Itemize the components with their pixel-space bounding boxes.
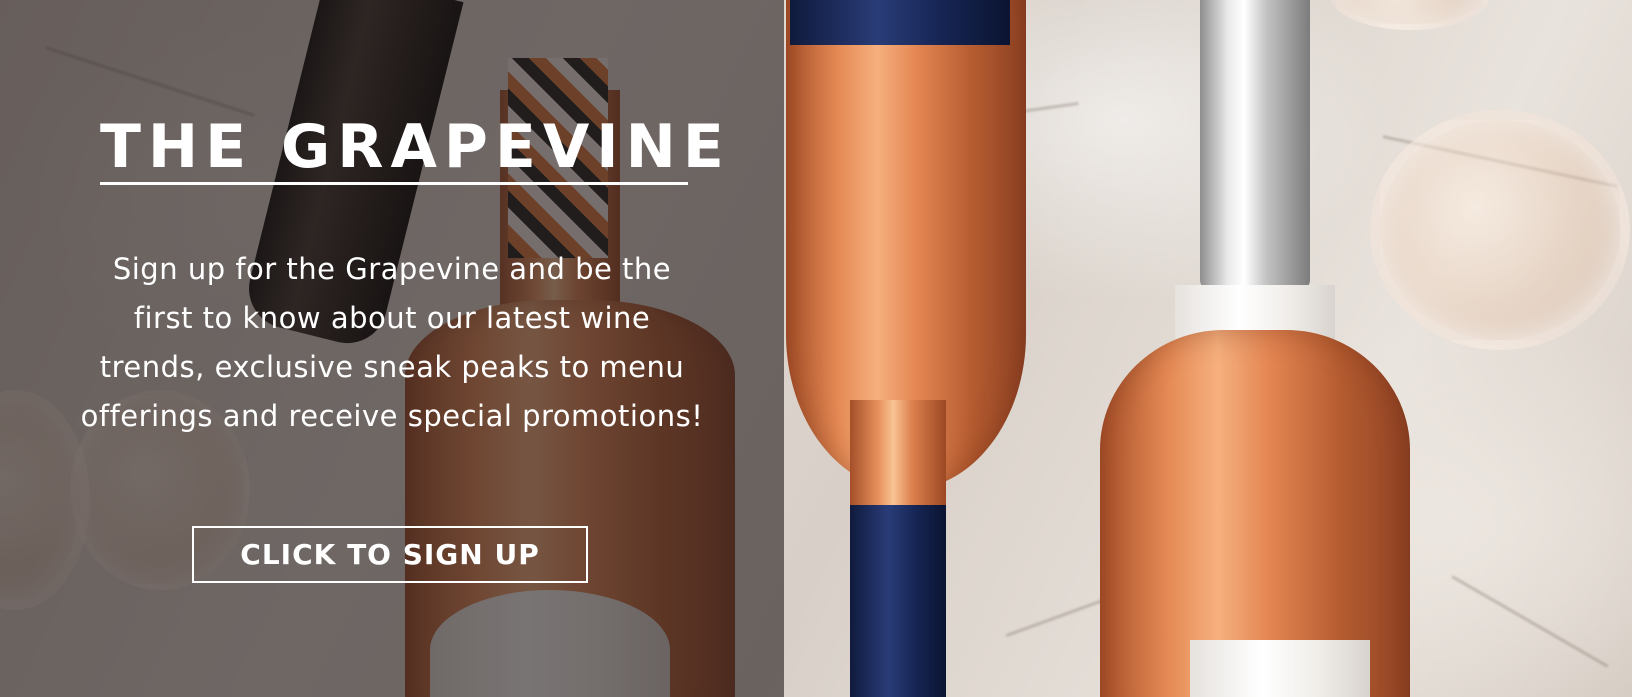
- navy-label-image: [790, 0, 1010, 45]
- signup-button[interactable]: CLICK TO SIGN UP: [192, 526, 588, 583]
- promo-panel: THE GRAPEVINE Sign up for the Grapevine …: [0, 0, 784, 697]
- promo-title: THE GRAPEVINE: [100, 112, 731, 182]
- navy-foil-image: [850, 505, 946, 697]
- silver-foil-image: [1200, 0, 1310, 290]
- marble-vein: [1451, 575, 1609, 668]
- wine-glass-image: [1370, 110, 1630, 350]
- wine-glass-image: [1330, 0, 1490, 30]
- grapevine-hero: THE GRAPEVINE Sign up for the Grapevine …: [0, 0, 1632, 697]
- bottle-neck-image: [850, 400, 946, 520]
- title-underline: [100, 182, 688, 185]
- bottle-label-image: [1190, 640, 1370, 697]
- promo-description: Sign up for the Grapevine and be the fir…: [80, 252, 704, 433]
